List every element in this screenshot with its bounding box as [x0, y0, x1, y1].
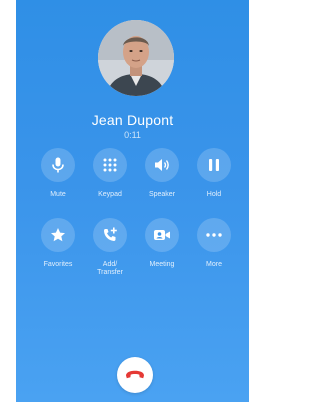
speaker-icon [155, 159, 169, 171]
speaker-control[interactable]: Speaker [142, 148, 182, 199]
caller-avatar [98, 20, 174, 96]
call-screen: Jean Dupont 0:11 Mute Keypad Speaker Hol… [16, 0, 249, 402]
meeting-button[interactable] [145, 218, 179, 252]
add-transfer-label: Add/ Transfer [97, 261, 123, 276]
hang-up-icon [126, 370, 144, 379]
add-transfer-button[interactable] [93, 218, 127, 252]
caller-name: Jean Dupont [91, 112, 174, 128]
keypad-icon [103, 158, 117, 172]
hold-label: Hold [206, 191, 222, 198]
mute-button[interactable] [41, 148, 75, 182]
speaker-button[interactable] [145, 148, 179, 182]
meeting-label: Meeting [149, 261, 175, 268]
favorites-label: Favorites [43, 261, 73, 268]
hold-control[interactable]: Hold [194, 148, 234, 199]
call-duration: 0:11 [124, 130, 141, 140]
star-icon [51, 228, 65, 242]
speaker-label: Speaker [148, 191, 176, 198]
keypad-label: Keypad [98, 191, 122, 198]
hold-button[interactable] [197, 148, 231, 182]
keypad-button[interactable] [93, 148, 127, 182]
favorites-button[interactable] [41, 218, 75, 252]
microphone-icon [52, 157, 64, 173]
add-transfer-control[interactable]: Add/ Transfer [90, 218, 130, 277]
video-camera-icon [154, 230, 170, 240]
more-button[interactable] [197, 218, 231, 252]
phone-add-icon [104, 227, 117, 241]
keypad-control[interactable]: Keypad [90, 148, 130, 199]
more-label: More [206, 261, 222, 268]
more-dots-icon [206, 233, 222, 237]
pause-icon [209, 159, 219, 171]
mute-control[interactable]: Mute [38, 148, 78, 199]
more-control[interactable]: More [194, 218, 234, 269]
favorites-control[interactable]: Favorites [38, 218, 78, 269]
meeting-control[interactable]: Meeting [142, 218, 182, 269]
mute-label: Mute [50, 191, 66, 198]
end-call-button[interactable] [117, 357, 153, 393]
